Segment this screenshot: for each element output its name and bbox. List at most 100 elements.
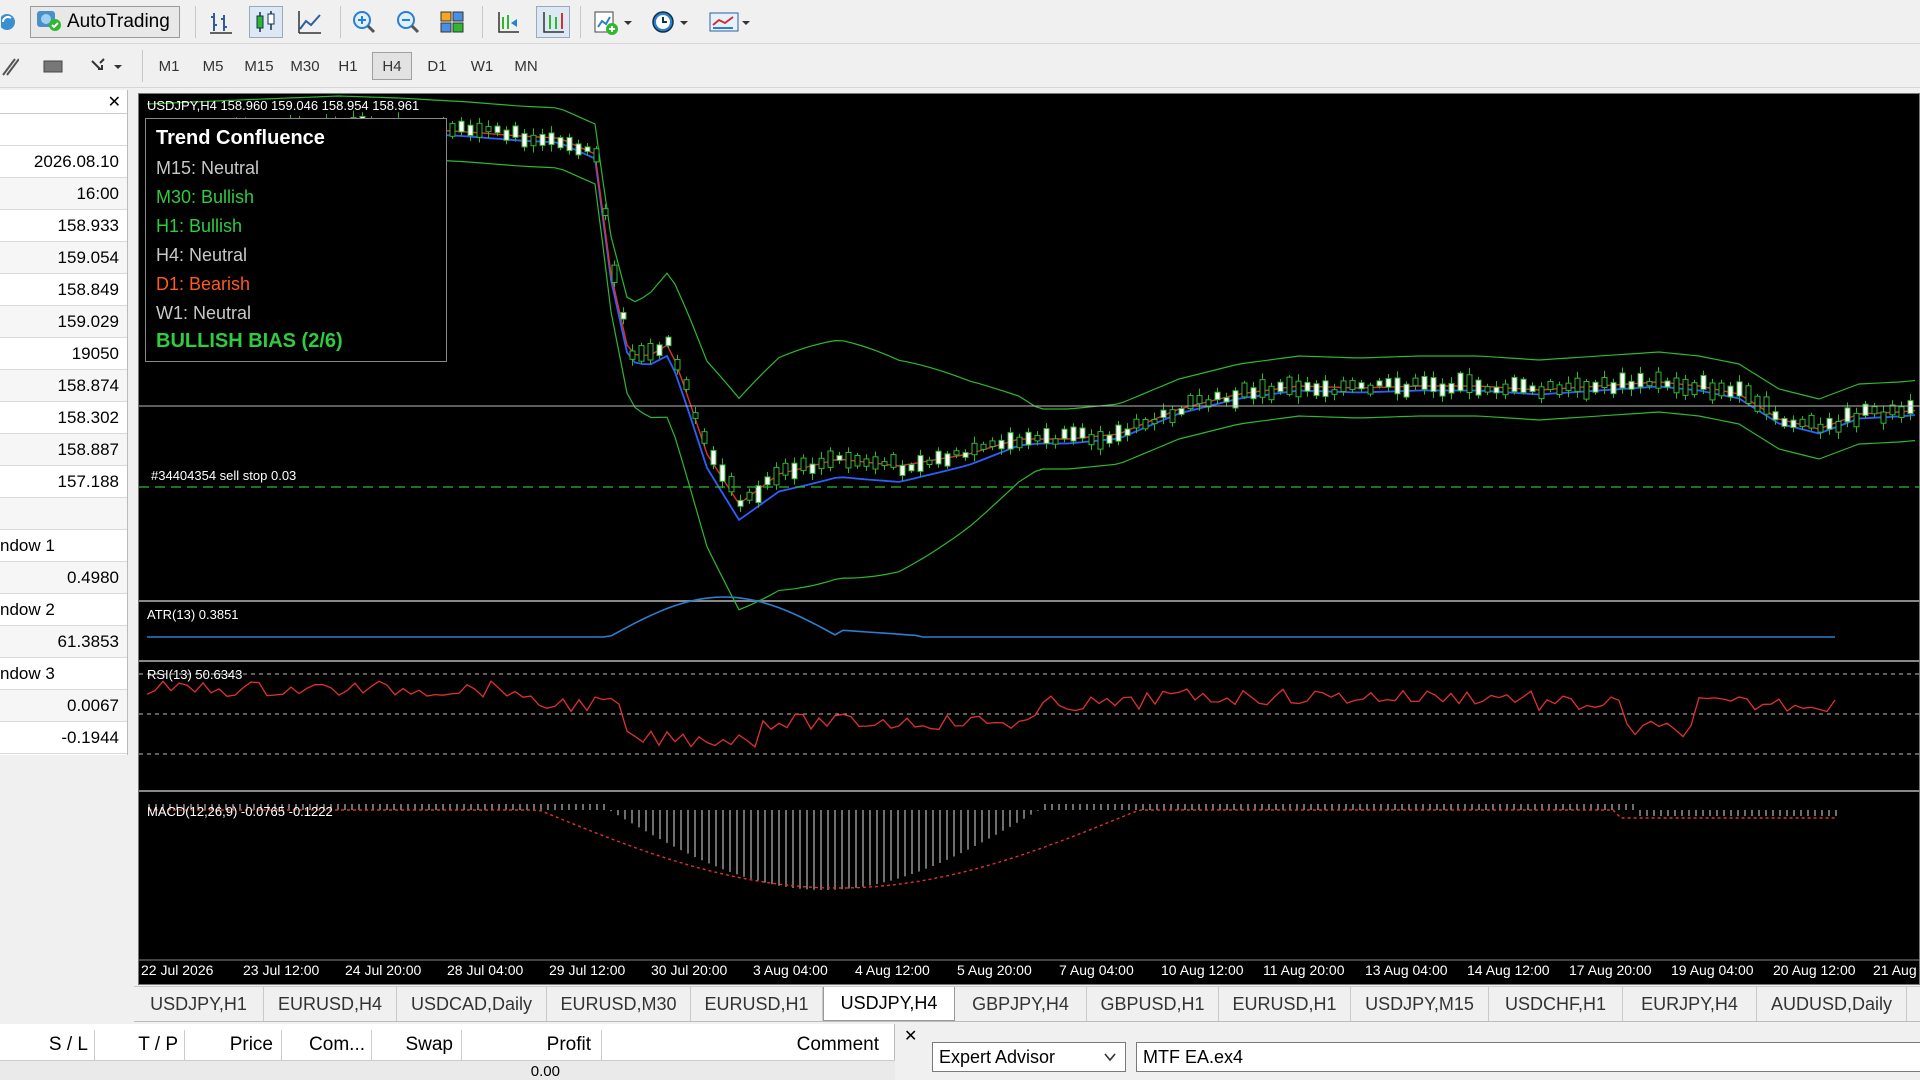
tester-type-value: Expert Advisor bbox=[939, 1046, 1056, 1067]
refresh-icon[interactable] bbox=[0, 6, 20, 38]
candle-body bbox=[998, 439, 1005, 450]
dw-volume: 19050 bbox=[0, 338, 127, 370]
col-swap[interactable]: Swap bbox=[372, 1030, 462, 1060]
dw-value: 158.302 bbox=[0, 402, 127, 434]
candle-body bbox=[1403, 383, 1410, 398]
tf-m1[interactable]: M1 bbox=[150, 52, 188, 80]
candlestick-chart-icon[interactable] bbox=[249, 6, 283, 38]
candle-body bbox=[1826, 417, 1833, 430]
candle-body bbox=[1799, 418, 1806, 428]
drawing-lines-icon[interactable] bbox=[0, 52, 20, 80]
tf-m5[interactable]: M5 bbox=[194, 52, 232, 80]
chart-tab-active[interactable]: USDJPY,H4 bbox=[823, 987, 955, 1021]
dw-close: 159.029 bbox=[0, 306, 127, 338]
tf-m15[interactable]: M15 bbox=[238, 52, 280, 80]
bar-chart-icon[interactable] bbox=[205, 6, 237, 38]
tf-mn[interactable]: MN bbox=[506, 52, 546, 80]
chart-tab[interactable]: USDJPY,M15 bbox=[1351, 987, 1489, 1021]
candle-body bbox=[1610, 382, 1617, 395]
candle-body bbox=[602, 208, 609, 216]
candle-body bbox=[1340, 380, 1347, 392]
candle-body bbox=[854, 455, 861, 467]
expert-advisor-select[interactable]: MTF EA.ex4 bbox=[1136, 1042, 1920, 1072]
zoom-in-icon[interactable] bbox=[348, 6, 380, 38]
candle-body bbox=[665, 336, 672, 347]
candle-body bbox=[1511, 376, 1518, 393]
tf-d1[interactable]: D1 bbox=[418, 52, 456, 80]
candle-body bbox=[1709, 382, 1716, 401]
candle-body bbox=[764, 476, 771, 486]
candle-body bbox=[1133, 418, 1140, 429]
atr-label: ATR(13) 0.3851 bbox=[147, 607, 239, 622]
chart-shift-icon[interactable] bbox=[492, 6, 524, 38]
candle-body bbox=[1592, 381, 1599, 393]
chart-tab[interactable]: USDJPY,H1 bbox=[134, 987, 264, 1021]
candle-body bbox=[1448, 383, 1455, 394]
chart-tab[interactable]: EURUSD,H1 bbox=[1219, 987, 1351, 1021]
chart-tab[interactable]: EURUSD,H1 bbox=[691, 987, 823, 1021]
tf-h4[interactable]: H4 bbox=[372, 52, 412, 80]
candle-body bbox=[647, 343, 654, 361]
chart-tab[interactable]: EURJPY,H4 bbox=[1623, 987, 1757, 1021]
arrows-dropdown-icon[interactable] bbox=[86, 52, 130, 80]
trend-row-w1: W1: Neutral bbox=[156, 303, 252, 323]
candle-body bbox=[773, 466, 780, 486]
candle-body bbox=[1502, 383, 1509, 396]
indicators-dropdown-icon[interactable] bbox=[590, 6, 638, 38]
candle-body bbox=[1304, 381, 1311, 392]
periods-clock-icon[interactable] bbox=[648, 6, 696, 38]
candle-body bbox=[512, 125, 519, 138]
candle-body bbox=[1808, 414, 1815, 429]
tf-h1[interactable]: H1 bbox=[330, 52, 366, 80]
candle-body bbox=[1412, 377, 1419, 387]
time-axis-label: 7 Aug 04:00 bbox=[1059, 962, 1134, 978]
col-price[interactable]: Price bbox=[185, 1030, 282, 1060]
candle-body bbox=[710, 449, 717, 466]
candle-body bbox=[935, 450, 942, 465]
zoom-out-icon[interactable] bbox=[392, 6, 424, 38]
dw-group-label: ndow 3 bbox=[0, 658, 127, 690]
time-axis-label: 30 Jul 20:00 bbox=[651, 962, 728, 978]
candle-body bbox=[890, 454, 897, 468]
time-axis-label: 5 Aug 20:00 bbox=[957, 962, 1032, 978]
chart-tab[interactable]: GBPUSD,H1 bbox=[1087, 987, 1219, 1021]
chart-tab[interactable]: USDCAD,Daily bbox=[397, 987, 547, 1021]
autotrading-button[interactable]: AutoTrading bbox=[30, 6, 180, 38]
time-axis: 22 Jul 2026 23 Jul 12:00 24 Jul 20:00 28… bbox=[139, 960, 1920, 984]
chart-tab[interactable]: USDCHF,H1 bbox=[1489, 987, 1623, 1021]
col-comment[interactable]: Comment bbox=[602, 1030, 887, 1060]
chart-tab[interactable]: EURUSD,H4 bbox=[264, 987, 397, 1021]
tf-w1[interactable]: W1 bbox=[462, 52, 502, 80]
candle-body bbox=[1898, 406, 1905, 418]
autoscroll-icon[interactable] bbox=[536, 6, 570, 38]
rectangle-tool-icon[interactable] bbox=[38, 52, 68, 80]
close-icon[interactable]: ✕ bbox=[108, 92, 121, 112]
tile-windows-icon[interactable] bbox=[436, 6, 468, 38]
line-chart-icon[interactable] bbox=[294, 6, 326, 38]
dw-time: 16:00 bbox=[0, 178, 127, 210]
dw-group-label: ndow 2 bbox=[0, 594, 127, 626]
close-icon[interactable]: ✕ bbox=[904, 1026, 917, 1046]
candle-body bbox=[683, 379, 690, 390]
chart-tab[interactable]: GBPJPY,H4 bbox=[955, 987, 1087, 1021]
candle-body bbox=[1655, 371, 1662, 389]
candle-body bbox=[1223, 397, 1230, 403]
atr-line bbox=[147, 596, 1835, 638]
col-profit[interactable]: Profit bbox=[462, 1030, 602, 1060]
chart-tab[interactable]: AUDUSD,Daily bbox=[1757, 987, 1907, 1021]
tf-m30[interactable]: M30 bbox=[284, 52, 326, 80]
col-sl[interactable]: S / L bbox=[0, 1030, 95, 1060]
sell-stop-order-label[interactable]: #34404354 sell stop 0.03 bbox=[151, 468, 296, 483]
candle-body bbox=[620, 312, 627, 320]
templates-icon[interactable] bbox=[706, 6, 756, 38]
tester-type-select[interactable]: Expert Advisor bbox=[932, 1042, 1126, 1072]
candle-body bbox=[1214, 391, 1221, 401]
chart-window[interactable]: USDJPY,H4 158.960 159.046 158.954 158.96… bbox=[138, 93, 1920, 985]
chart-tab[interactable]: EURUSD,M30 bbox=[547, 987, 691, 1021]
dw-value: -0.1944 bbox=[0, 722, 127, 754]
candle-body bbox=[584, 146, 591, 153]
dw-high: 159.054 bbox=[0, 242, 127, 274]
candle-body bbox=[953, 450, 960, 456]
col-commission[interactable]: Com... bbox=[282, 1030, 372, 1060]
col-tp[interactable]: T / P bbox=[95, 1030, 185, 1060]
